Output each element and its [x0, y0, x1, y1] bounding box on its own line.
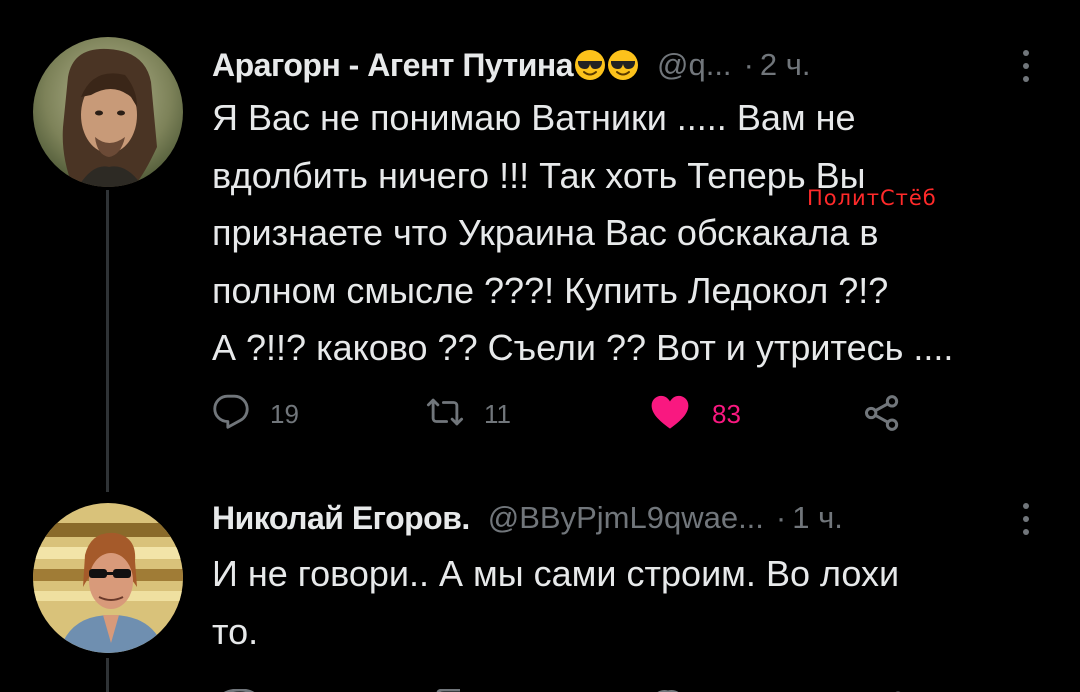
reply-button[interactable]: 19 — [212, 393, 299, 436]
more-options-icon[interactable] — [1021, 501, 1031, 537]
sunglasses-emoji-icon — [574, 49, 606, 81]
retweet-icon — [426, 393, 464, 436]
like-button[interactable]: 83 — [648, 391, 741, 438]
separator-dot: · — [775, 500, 787, 535]
avatar[interactable] — [33, 503, 183, 653]
sunglasses-emoji-icon — [607, 49, 639, 81]
reply-count: 19 — [270, 399, 299, 429]
retweet-button[interactable]: 11 — [426, 393, 511, 436]
avatar[interactable] — [33, 37, 183, 187]
tweet-header: Николай Егоров. @BByPjmL9qwae... · 1 ч. — [212, 496, 843, 540]
share-button[interactable] — [862, 393, 902, 438]
author-name[interactable]: Николай Егоров. — [212, 500, 470, 537]
reply-icon — [212, 393, 250, 436]
tweet-2-actions-partial — [0, 684, 1080, 692]
tweet-text: Я Вас не понимаю Ватники ..... Вам не вд… — [212, 97, 954, 368]
author-handle[interactable]: @q... — [657, 47, 732, 83]
thread-line-top — [106, 190, 109, 492]
more-options-icon[interactable] — [1021, 48, 1031, 84]
tweet-text: И не говори.. А мы сами строим. Во лохи … — [212, 553, 900, 652]
watermark: ПолитСтёб — [807, 186, 937, 210]
share-icon — [862, 393, 902, 438]
author-name[interactable]: Арагорн - Агент Путина — [212, 47, 574, 84]
like-count: 83 — [712, 399, 741, 429]
tweet-header: Арагорн - Агент Путина @q... · 2 ч. — [212, 43, 811, 87]
separator-dot: · — [743, 47, 754, 82]
heart-icon — [648, 391, 692, 438]
timestamp[interactable]: 1 ч. — [792, 500, 843, 536]
timestamp[interactable]: 2 ч. — [760, 47, 811, 83]
retweet-count: 11 — [484, 399, 511, 429]
author-handle[interactable]: @BByPjmL9qwae... — [488, 500, 764, 536]
